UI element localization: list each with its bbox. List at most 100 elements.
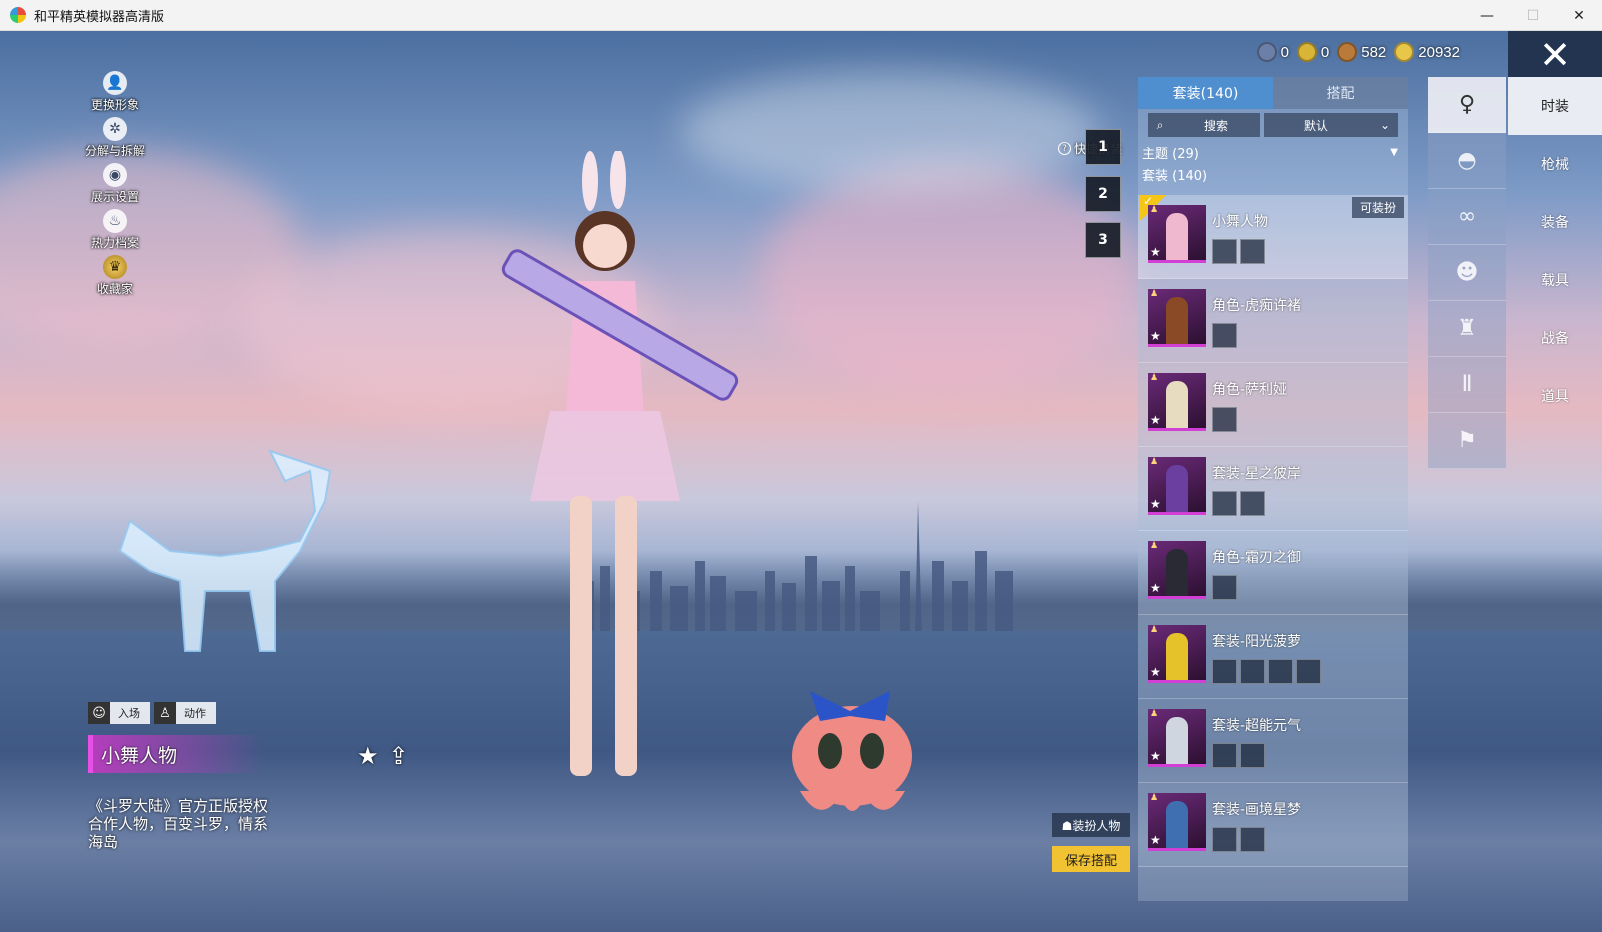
change-appearance-button[interactable]: 👤 更换形象	[70, 71, 160, 117]
currency-item: 0	[1256, 42, 1289, 62]
collector-button[interactable]: ♛ 收藏家	[70, 255, 160, 301]
character-skirt	[530, 411, 680, 501]
heat-archive-button[interactable]: ♨ 热力档案	[70, 209, 160, 255]
menu-label: 更换形象	[90, 98, 139, 112]
suit-part-icon[interactable]	[1296, 659, 1321, 684]
currency-value: 582	[1361, 43, 1387, 61]
chevron-down-icon: ⌄	[1379, 118, 1390, 132]
category-mask-icon[interactable]: ☻	[1428, 245, 1506, 301]
suit-item[interactable]: ♟ ★ 角色-虎痴许褚	[1138, 279, 1408, 363]
star-icon: ★	[1150, 581, 1161, 595]
search-input[interactable]: ⌕ 搜索	[1148, 113, 1260, 137]
theme-filter[interactable]: 主题 (29) ▼	[1142, 143, 1398, 162]
maximize-button[interactable]: ☐	[1510, 0, 1556, 31]
suit-part-icon[interactable]	[1212, 743, 1237, 768]
nav-tab[interactable]: 载具	[1508, 251, 1602, 309]
suit-name: 套装-画境星梦	[1212, 802, 1302, 818]
character-leg	[570, 496, 592, 776]
suit-item[interactable]: ♟ ★ 套装-画境星梦	[1138, 783, 1408, 867]
category-character-icon[interactable]: ♀	[1428, 77, 1506, 133]
suit-part-icon[interactable]	[1212, 407, 1237, 432]
suit-part-icon[interactable]	[1212, 239, 1237, 264]
smile-icon: ☺	[88, 702, 110, 724]
minimize-button[interactable]: —	[1464, 0, 1510, 31]
menu-label: 热力档案	[90, 236, 139, 250]
category-top-icon[interactable]: ♜	[1428, 301, 1506, 357]
suit-thumbnail: ♟ ★	[1148, 373, 1206, 431]
gold-coin-icon	[1394, 42, 1415, 62]
help-icon[interactable]: ?	[1058, 142, 1071, 155]
suit-thumbnail: ♟ ★	[1148, 709, 1206, 767]
quick-slot-2[interactable]: 2	[1085, 176, 1121, 212]
nav-tab[interactable]: 时装	[1508, 77, 1602, 135]
equippable-badge: 可装扮	[1351, 197, 1404, 218]
category-shoes-icon[interactable]: ⚑	[1428, 413, 1506, 469]
character-tag-icon: ♟	[1150, 625, 1159, 635]
suit-item[interactable]: ♟ ★ 角色-萨利娅	[1138, 363, 1408, 447]
close-window-button[interactable]: ✕	[1556, 0, 1602, 31]
suit-panel: 套装(140) 搭配 ⌕ 搜索 默认 ⌄ 主题 (29) ▼ 套装 (140) …	[1138, 77, 1408, 901]
suit-name: 小舞人物	[1212, 214, 1268, 230]
suit-part-icon[interactable]	[1212, 491, 1237, 516]
nav-tab[interactable]: 装备	[1508, 193, 1602, 251]
suit-item[interactable]: ✓ ♟ ★ 小舞人物 可装扮	[1138, 194, 1408, 279]
character-actions: ☺ 入场 ♙ 动作	[88, 702, 216, 724]
suit-name: 套装-星之彼岸	[1212, 466, 1302, 482]
quick-slot-1[interactable]: 1	[1085, 129, 1121, 165]
suit-parts	[1212, 743, 1265, 768]
suit-part-icon[interactable]	[1240, 491, 1265, 516]
currency-bar: 0 0 582 20932	[1256, 42, 1460, 62]
globe-coin-icon	[1256, 42, 1277, 62]
suit-part-icon[interactable]	[1212, 323, 1237, 348]
tab-suits[interactable]: 套装(140)	[1138, 77, 1273, 109]
nav-tab[interactable]: 道具	[1508, 367, 1602, 425]
window-controls: — ☐ ✕	[1464, 0, 1602, 31]
quick-slot-3[interactable]: 3	[1085, 222, 1121, 258]
display-settings-button[interactable]: ◉ 展示设置	[70, 163, 160, 209]
suit-parts	[1212, 491, 1265, 516]
tab-outfits[interactable]: 搭配	[1273, 77, 1408, 109]
left-menu: 👤 更换形象 ✲ 分解与拆解 ◉ 展示设置 ♨ 热力档案 ♛ 收藏家	[70, 71, 160, 301]
close-game-button[interactable]: ✕	[1508, 31, 1602, 79]
suit-parts	[1212, 575, 1237, 600]
suit-part-icon[interactable]	[1240, 827, 1265, 852]
entrance-button[interactable]: ☺ 入场	[88, 702, 150, 724]
disassemble-button[interactable]: ✲ 分解与拆解	[70, 117, 160, 163]
category-pants-icon[interactable]: Ⅱ	[1428, 357, 1506, 413]
suit-part-icon[interactable]	[1212, 575, 1237, 600]
menu-label: 分解与拆解	[84, 144, 145, 158]
name-actions: ★ ⇪	[357, 742, 409, 770]
suit-part-icon[interactable]	[1240, 743, 1265, 768]
suit-part-icon[interactable]	[1212, 827, 1237, 852]
suit-item[interactable]: ♟ ★ 套装-星之彼岸	[1138, 447, 1408, 531]
currency-item: 20932	[1394, 42, 1460, 62]
suit-part-icon[interactable]	[1268, 659, 1293, 684]
suit-part-icon[interactable]	[1212, 659, 1237, 684]
emote-button[interactable]: ♙ 动作	[154, 702, 216, 724]
dress-character-button[interactable]: ☗装扮人物	[1052, 813, 1130, 837]
bunny-ear	[582, 151, 598, 211]
favorite-star-icon[interactable]: ★	[357, 742, 379, 770]
nav-tab[interactable]: 枪械	[1508, 135, 1602, 193]
suit-figure	[1166, 549, 1188, 596]
character-tag-icon: ♟	[1150, 205, 1159, 215]
suit-item[interactable]: ♟ ★ 套装-阳光菠萝	[1138, 615, 1408, 699]
suit-part-icon[interactable]	[1240, 239, 1265, 264]
sort-dropdown[interactable]: 默认 ⌄	[1263, 113, 1398, 137]
category-hat-icon[interactable]: ◓	[1428, 133, 1506, 189]
share-icon[interactable]: ⇪	[389, 742, 409, 770]
category-column: ♀ ◓ ∞ ☻ ♜ Ⅱ ⚑	[1428, 77, 1506, 469]
suit-thumbnail: ♟ ★	[1148, 793, 1206, 851]
save-outfit-button[interactable]: 保存搭配	[1052, 846, 1130, 872]
currency-value: 0	[1280, 43, 1289, 61]
category-glasses-icon[interactable]: ∞	[1428, 189, 1506, 245]
panel-tabs: 套装(140) 搭配	[1138, 77, 1408, 109]
suit-part-icon[interactable]	[1240, 659, 1265, 684]
star-icon: ★	[1150, 665, 1161, 679]
character-tag-icon: ♟	[1150, 541, 1159, 551]
window-title: 和平精英模拟器高清版	[34, 9, 165, 25]
suit-item[interactable]: ♟ ★ 角色-霜刃之御	[1138, 531, 1408, 615]
nav-tab[interactable]: 战备	[1508, 309, 1602, 367]
suit-item[interactable]: ♟ ★ 套装-超能元气	[1138, 699, 1408, 783]
character-face	[583, 224, 627, 268]
